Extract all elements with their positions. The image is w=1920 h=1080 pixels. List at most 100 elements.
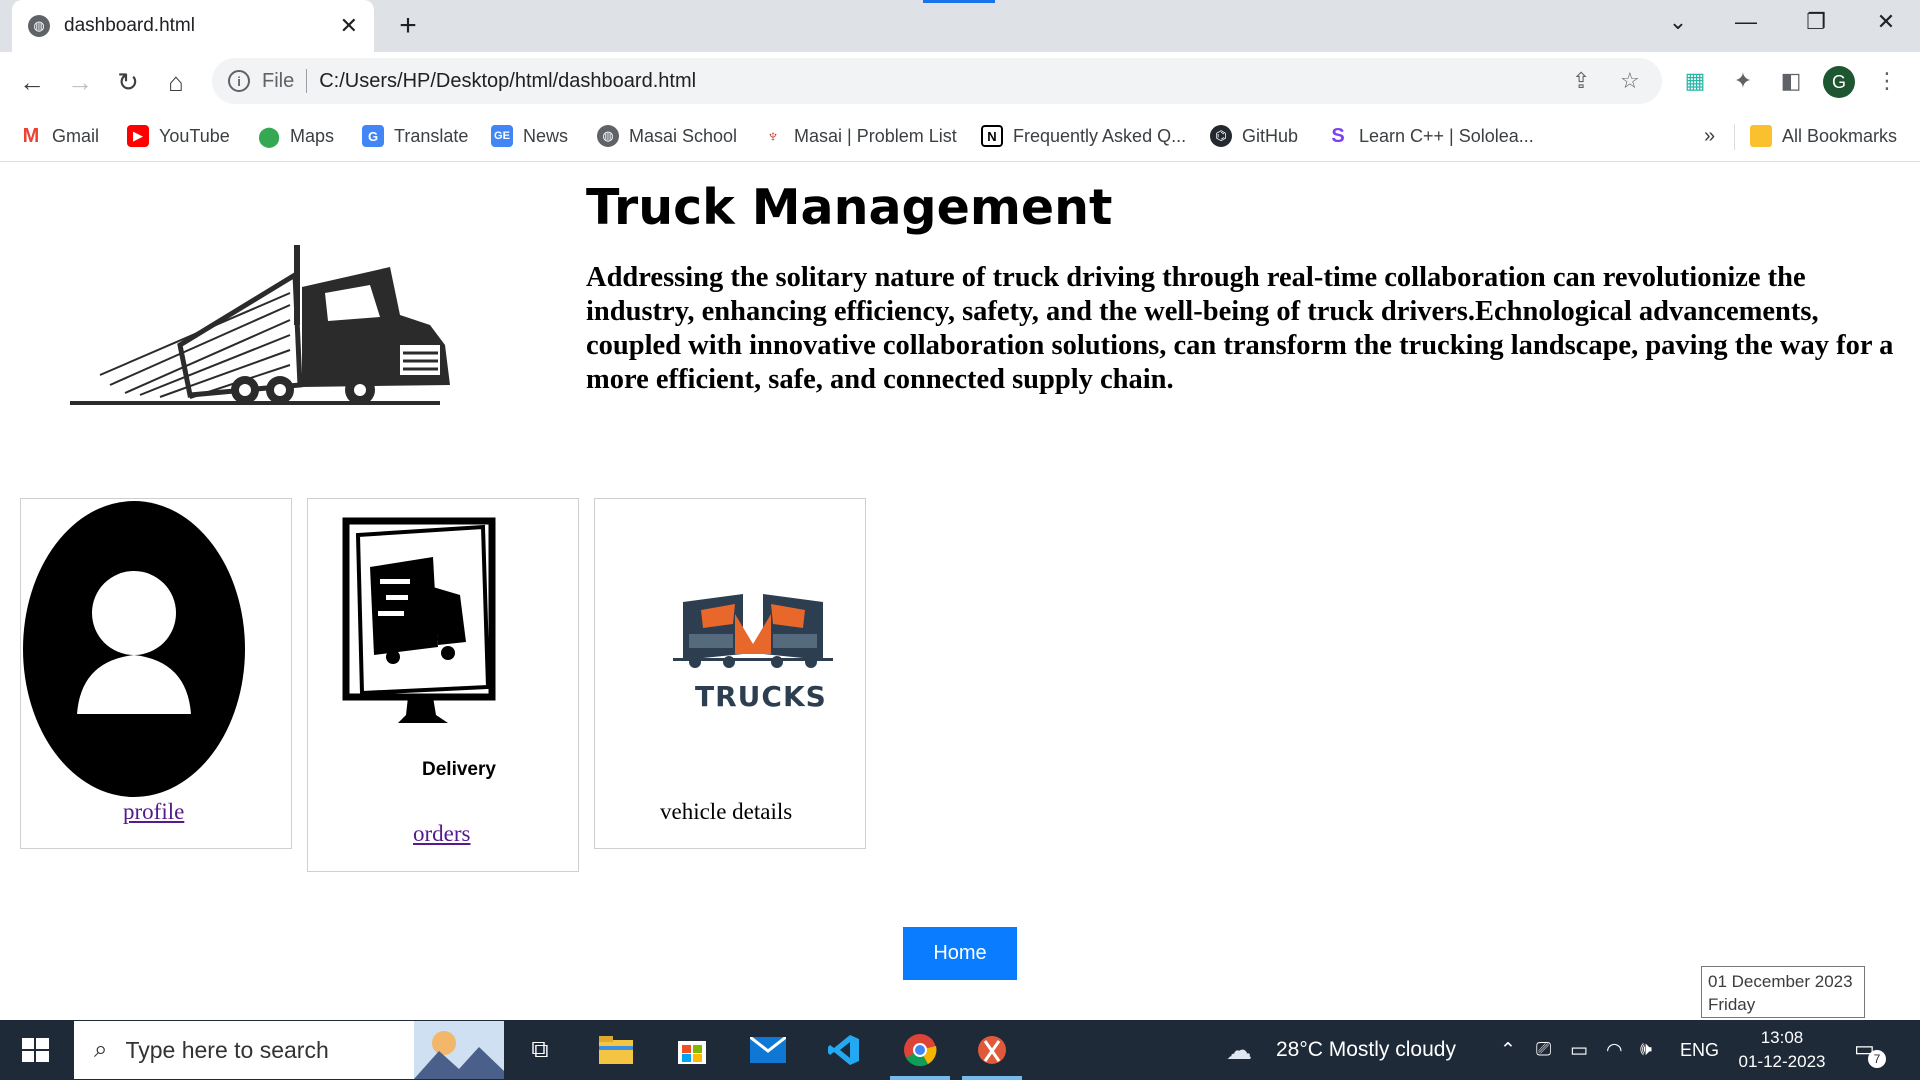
tab-search-chevron-icon[interactable]: ⌄ <box>1644 0 1712 44</box>
windows-taskbar: ⌕ Type here to search ⧉ ☁ 28°C Mostly cl… <box>0 1020 1920 1080</box>
new-tab-button[interactable]: + <box>390 8 426 44</box>
delivery-monitor-icon <box>342 517 496 723</box>
globe-icon: ◍ <box>28 15 50 37</box>
share-icon[interactable]: ⇪ <box>1572 68 1590 94</box>
url-text[interactable]: C:/Users/HP/Desktop/html/dashboard.html <box>319 70 696 93</box>
snipping-tool-icon[interactable] <box>970 1028 1014 1072</box>
vscode-icon[interactable] <box>822 1028 866 1072</box>
wifi-icon[interactable]: ◠ <box>1606 1038 1623 1062</box>
date-tooltip: 01 December 2023 Friday <box>1701 966 1865 1018</box>
file-explorer-icon[interactable] <box>594 1028 638 1072</box>
bookmark-translate[interactable]: G Translate <box>362 122 468 150</box>
clock-time: 13:08 <box>1760 1028 1804 1047</box>
side-panel-icon[interactable]: ◧ <box>1776 66 1806 96</box>
weather-cloud-icon: ☁ <box>1226 1034 1252 1065</box>
forward-arrow-icon[interactable]: → <box>60 62 100 102</box>
sololearn-icon: S <box>1327 125 1349 147</box>
search-highlight-image <box>414 1021 504 1079</box>
trucks-image-caption: TRUCKS <box>695 680 827 713</box>
extension-grid-icon[interactable]: ▦ <box>1680 66 1710 96</box>
mail-icon[interactable] <box>746 1028 790 1072</box>
page-title: Truck Management <box>586 179 1113 236</box>
address-bar[interactable]: i File C:/Users/HP/Desktop/html/dashboar… <box>212 58 1662 104</box>
back-arrow-icon[interactable]: ← <box>12 62 52 102</box>
tab-dashboard[interactable]: ◍ dashboard.html ✕ <box>12 0 374 52</box>
tab-title: dashboard.html <box>64 15 195 36</box>
battery-icon[interactable]: ▭ <box>1570 1038 1588 1062</box>
task-view-icon[interactable]: ⧉ <box>518 1028 562 1072</box>
taskbar-search-box[interactable]: ⌕ Type here to search <box>74 1021 504 1079</box>
bookmark-label: Maps <box>290 125 335 146</box>
microsoft-store-icon[interactable] <box>670 1028 714 1072</box>
maps-icon: ⬤ <box>257 125 281 148</box>
site-info-icon[interactable]: i <box>228 70 250 92</box>
orders-card: Delivery orders <box>307 498 579 872</box>
translate-icon: G <box>362 125 384 147</box>
close-window-button[interactable]: ✕ <box>1852 0 1920 44</box>
bookmark-label: Frequently Asked Q... <box>1013 125 1187 146</box>
all-bookmarks-folder[interactable]: All Bookmarks <box>1750 122 1897 150</box>
bookmark-masai-school[interactable]: ◍ Masai School <box>597 122 737 150</box>
meet-now-icon[interactable]: ⎚ <box>1536 1038 1551 1062</box>
notion-icon: N <box>981 125 1003 147</box>
bookmark-masai-problem-list[interactable]: ♆ Masai | Problem List <box>762 122 957 150</box>
profile-avatar[interactable]: G <box>1823 66 1855 98</box>
youtube-icon: ▶ <box>127 125 149 147</box>
home-icon[interactable]: ⌂ <box>156 62 196 102</box>
show-hidden-icons-chevron-icon[interactable]: ⌃ <box>1500 1038 1516 1062</box>
delivery-image-caption: Delivery <box>422 759 496 780</box>
search-icon: ⌕ <box>94 1036 108 1063</box>
trucks-logo-icon <box>673 594 833 668</box>
profile-link[interactable]: profile <box>123 799 184 825</box>
bookmark-star-icon[interactable]: ☆ <box>1620 68 1640 94</box>
news-icon: GE <box>491 125 513 147</box>
tab-indicator <box>923 0 995 3</box>
orders-link[interactable]: orders <box>413 821 470 847</box>
restore-button[interactable]: ❐ <box>1782 0 1850 44</box>
vehicle-details-label[interactable]: vehicle details <box>660 799 792 825</box>
bookmark-youtube[interactable]: ▶ YouTube <box>127 122 230 150</box>
taskbar-clock[interactable]: 13:08 01-12-2023 <box>1730 1026 1834 1074</box>
truck-logo-image <box>70 245 450 405</box>
volume-icon[interactable]: 🕪 <box>1640 1038 1652 1062</box>
tooltip-day: Friday <box>1708 995 1756 1014</box>
bookmark-label: GitHub <box>1242 125 1299 146</box>
bookmark-label: Translate <box>394 125 469 146</box>
bookmarks-overflow-icon[interactable]: » <box>1704 122 1715 150</box>
notification-count-badge: 7 <box>1868 1050 1886 1068</box>
masai-icon: ♆ <box>762 125 784 147</box>
reload-icon[interactable]: ↻ <box>108 62 148 102</box>
menu-kebab-icon[interactable]: ⋮ <box>1872 66 1902 96</box>
github-icon: ⌬ <box>1210 125 1232 147</box>
minimize-button[interactable]: — <box>1712 0 1780 44</box>
tooltip-date: 01 December 2023 <box>1708 972 1853 991</box>
page-viewport: Truck Management Addressing the solitary… <box>0 163 1920 1020</box>
home-button[interactable]: Home <box>903 927 1017 980</box>
globe-icon: ◍ <box>597 125 619 147</box>
browser-toolbar: ← → ↻ ⌂ i File C:/Users/HP/Desktop/html/… <box>0 52 1920 110</box>
extensions-puzzle-icon[interactable]: ✦ <box>1728 66 1758 96</box>
snipping-active-indicator <box>962 1076 1022 1080</box>
bookmark-label: Masai School <box>629 125 738 146</box>
bookmark-gmail[interactable]: M Gmail <box>20 122 99 150</box>
notification-center-icon[interactable]: ▭ 7 <box>1854 1036 1886 1068</box>
bookmark-github[interactable]: ⌬ GitHub <box>1210 122 1298 150</box>
language-indicator[interactable]: ENG <box>1680 1020 1719 1080</box>
bookmark-label: All Bookmarks <box>1782 125 1898 146</box>
chrome-icon[interactable] <box>898 1028 942 1072</box>
vehicle-card: TRUCKS vehicle details <box>594 498 866 849</box>
weather-text[interactable]: 28°C Mostly cloudy <box>1276 1020 1456 1080</box>
close-tab-icon[interactable]: ✕ <box>340 13 358 39</box>
page-description: Addressing the solitary nature of truck … <box>586 262 1894 395</box>
search-placeholder: Type here to search <box>125 1036 329 1063</box>
bookmark-label: Gmail <box>52 125 100 146</box>
bookmark-maps[interactable]: ⬤ Maps <box>258 122 334 150</box>
bookmark-news[interactable]: GE News <box>491 122 568 150</box>
bookmarks-bar: M Gmail ▶ YouTube ⬤ Maps G Translate GE … <box>0 110 1920 162</box>
gmail-icon: M <box>20 125 42 147</box>
windows-start-icon[interactable] <box>14 1034 58 1066</box>
bookmark-faq[interactable]: N Frequently Asked Q... <box>981 122 1186 150</box>
profile-card: profile <box>20 498 292 849</box>
user-avatar-icon <box>23 501 245 797</box>
bookmark-sololearn[interactable]: S Learn C++ | Sololea... <box>1327 122 1534 150</box>
